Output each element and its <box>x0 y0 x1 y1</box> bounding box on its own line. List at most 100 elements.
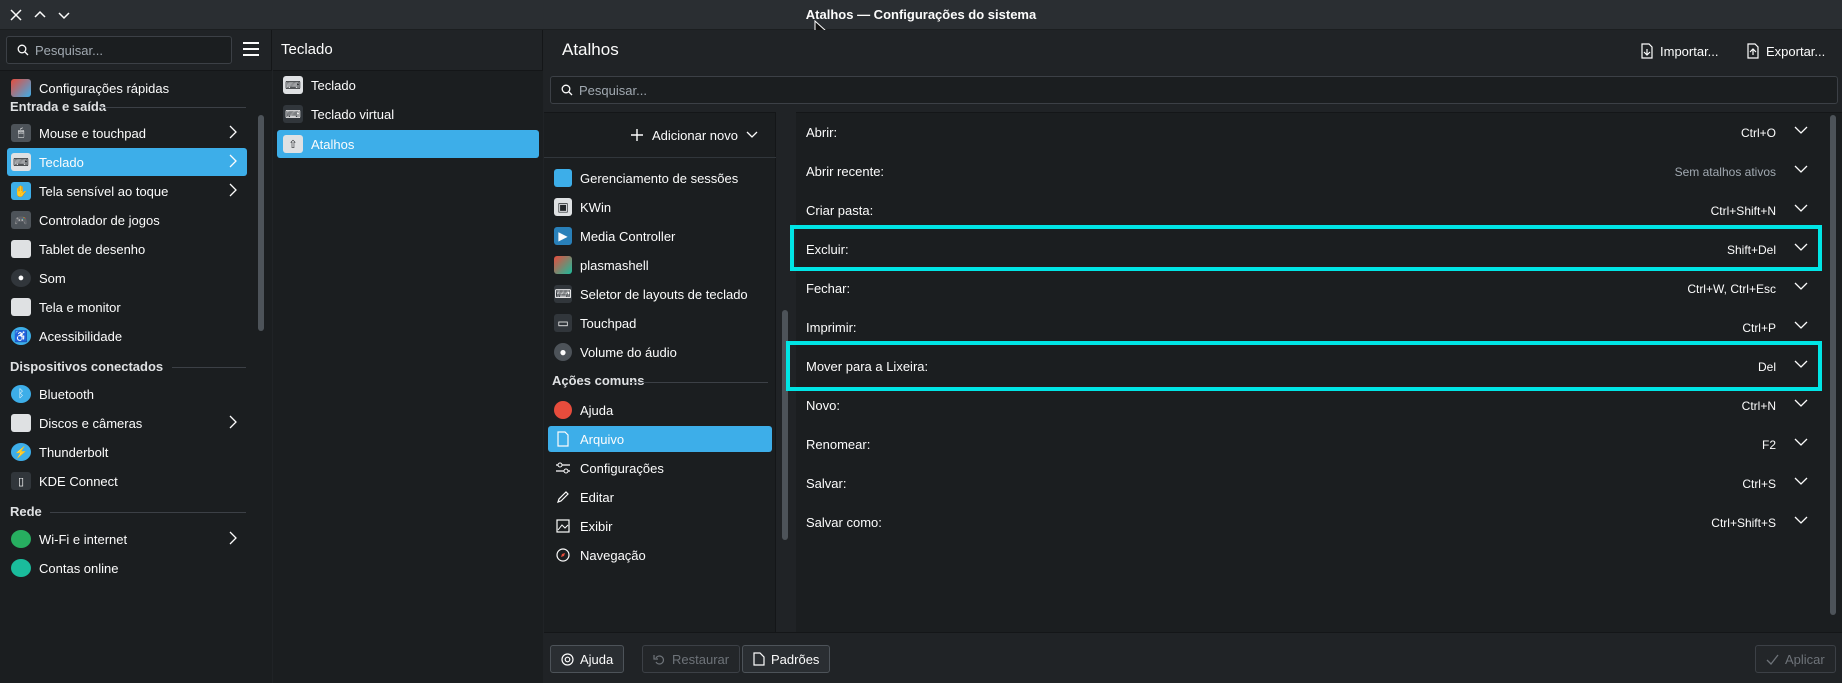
component-keyboard-layout-switcher[interactable]: ⌨ Seletor de layouts de teclado <box>548 281 772 307</box>
sidebar-item-label: Discos e câmeras <box>39 415 143 431</box>
shortcut-value: Ctrl+P <box>1742 320 1776 335</box>
chevron-down-icon[interactable] <box>1794 399 1808 408</box>
chevron-down-icon[interactable] <box>1794 204 1808 213</box>
sidebar-item-bluetooth[interactable]: ᛒ Bluetooth <box>7 380 247 408</box>
subpanel-item-virtual-keyboard[interactable]: ⌨ Teclado virtual <box>277 100 539 128</box>
shortcut-row-rename[interactable]: Renomear: F2 <box>796 425 1826 464</box>
sidebar-item-touchscreen[interactable]: ✋ Tela sensível ao toque <box>7 177 247 205</box>
component-label: KWin <box>580 199 612 215</box>
sidebar-item-label: Tela e monitor <box>39 299 121 315</box>
subpanel-item-keyboard[interactable]: ⌨ Teclado <box>277 71 539 99</box>
component-kwin[interactable]: ▣ KWin <box>548 194 772 220</box>
chevron-down-icon[interactable] <box>1794 516 1808 525</box>
shortcut-row-save-as[interactable]: Salvar como: Ctrl+Shift+S <box>796 503 1826 542</box>
monitor-icon <box>11 298 31 316</box>
shortcut-search-input[interactable] <box>579 82 1837 98</box>
common-actions-header: Ações comuns <box>552 373 645 388</box>
component-label: Touchpad <box>580 315 637 331</box>
sidebar-item-label: Wi-Fi e internet <box>39 531 128 547</box>
chevron-right-icon <box>229 125 237 139</box>
kwin-icon: ▣ <box>554 198 572 216</box>
checkmark-icon <box>1766 654 1779 665</box>
help-button[interactable]: Ajuda <box>550 645 625 673</box>
common-file[interactable]: Arquivo <box>548 426 772 452</box>
sidebar-item-online-accounts[interactable]: Contas online <box>7 554 247 582</box>
sidebar-item-quick-settings[interactable]: Configurações rápidas <box>7 74 247 102</box>
sidebar-item-tablet[interactable]: Tablet de desenho <box>7 235 247 263</box>
common-label: Exibir <box>580 518 613 534</box>
kdeconnect-icon: ▯ <box>11 472 31 490</box>
component-audio-volume[interactable]: ● Volume do áudio <box>548 339 772 365</box>
shortcut-value: Ctrl+W, Ctrl+Esc <box>1687 281 1776 296</box>
common-view[interactable]: Exibir <box>548 513 772 539</box>
apply-button[interactable]: Aplicar <box>1755 645 1836 673</box>
sidebar-item-wifi[interactable]: Wi-Fi e internet <box>7 525 247 553</box>
subpanel-item-shortcuts[interactable]: ⇧ Atalhos <box>277 130 539 158</box>
sidebar-item-disks[interactable]: Discos e câmeras <box>7 409 247 437</box>
shortcut-label: Salvar como: <box>806 515 882 530</box>
component-plasmashell[interactable]: plasmashell <box>548 252 772 278</box>
hamburger-menu-icon[interactable] <box>240 39 262 59</box>
sidebar-item-thunderbolt[interactable]: ⚡ Thunderbolt <box>7 438 247 466</box>
chevron-down-icon[interactable] <box>1794 321 1808 330</box>
component-session-management[interactable]: Gerenciamento de sessões <box>548 165 772 191</box>
chevron-down-icon[interactable] <box>1794 126 1808 135</box>
keyboard-icon: ⌨ <box>11 153 31 171</box>
sidebar-item-accessibility[interactable]: ♿ Acessibilidade <box>7 322 247 350</box>
shortcut-row-open[interactable]: Abrir: Ctrl+O <box>796 113 1826 152</box>
component-media-controller[interactable]: ▶ Media Controller <box>548 223 772 249</box>
sidebar-list: Configurações rápidas Entrada e saída 🖱 … <box>0 70 272 683</box>
component-touchpad[interactable]: ▭ Touchpad <box>548 310 772 336</box>
reset-button[interactable]: Restaurar <box>642 645 741 673</box>
chevron-down-icon[interactable] <box>1794 477 1808 486</box>
component-label: plasmashell <box>580 257 649 273</box>
shortcut-search[interactable] <box>550 76 1838 104</box>
common-edit[interactable]: Editar <box>548 484 772 510</box>
common-help[interactable]: Ajuda <box>548 397 772 423</box>
chevron-down-icon[interactable] <box>1794 438 1808 447</box>
sidebar-item-label: Tela sensível ao toque <box>39 183 169 199</box>
export-label: Exportar... <box>1766 43 1826 59</box>
sidebar-item-sound[interactable]: ● Som <box>7 264 247 292</box>
audio-volume-icon: ● <box>554 343 572 361</box>
defaults-button[interactable]: Padrões <box>742 645 831 673</box>
sidebar-scrollbar[interactable] <box>258 115 264 331</box>
chevron-down-icon[interactable] <box>1794 165 1808 174</box>
file-icon <box>554 430 572 448</box>
import-button[interactable]: Importar... <box>1640 38 1719 64</box>
globe-icon <box>11 530 31 548</box>
title-bar: Atalhos — Configurações do sistema <box>0 0 1842 40</box>
import-label: Importar... <box>1660 43 1719 59</box>
common-navigation[interactable]: Navegação <box>548 542 772 568</box>
subpanel-list: ⌨ Teclado ⌨ Teclado virtual ⇧ Atalhos <box>273 70 543 683</box>
shortcut-label: Fechar: <box>806 281 851 296</box>
virtual-keyboard-icon: ⌨ <box>283 105 303 123</box>
export-button[interactable]: Exportar... <box>1746 38 1825 64</box>
add-new-button[interactable]: Adicionar novo <box>630 123 758 147</box>
shortcut-value: Ctrl+S <box>1742 476 1776 491</box>
component-label: Seletor de layouts de teclado <box>580 286 748 302</box>
keyboard-layout-icon: ⌨ <box>554 285 572 303</box>
sidebar-item-mouse[interactable]: 🖱 Mouse e touchpad <box>7 119 247 147</box>
common-label: Arquivo <box>580 431 625 447</box>
category-input-output: Entrada e saída <box>10 99 107 114</box>
chevron-down-icon[interactable] <box>1794 282 1808 291</box>
sidebar-search-input[interactable] <box>35 42 231 58</box>
apply-label: Aplicar <box>1785 651 1825 667</box>
divider <box>50 512 246 513</box>
shortcut-list-scrollbar[interactable] <box>1830 115 1836 615</box>
sidebar-item-kde-connect[interactable]: ▯ KDE Connect <box>7 467 247 495</box>
shortcut-row-open-recent[interactable]: Abrir recente: Sem atalhos ativos <box>796 152 1826 191</box>
sidebar-item-display[interactable]: Tela e monitor <box>7 293 247 321</box>
shortcuts-icon: ⇧ <box>283 135 303 153</box>
sidebar-item-keyboard[interactable]: ⌨ Teclado <box>7 148 247 176</box>
chevron-right-icon <box>229 183 237 197</box>
shortcut-row-close[interactable]: Fechar: Ctrl+W, Ctrl+Esc <box>796 269 1826 308</box>
speaker-icon: ● <box>11 269 31 287</box>
shortcut-row-new[interactable]: Novo: Ctrl+N <box>796 386 1826 425</box>
common-settings[interactable]: Configurações <box>548 455 772 481</box>
sidebar-item-gamepad[interactable]: 🎮 Controlador de jogos <box>7 206 247 234</box>
sidebar-search[interactable] <box>6 36 232 64</box>
shortcut-row-save[interactable]: Salvar: Ctrl+S <box>796 464 1826 503</box>
component-label: Gerenciamento de sessões <box>580 170 739 186</box>
